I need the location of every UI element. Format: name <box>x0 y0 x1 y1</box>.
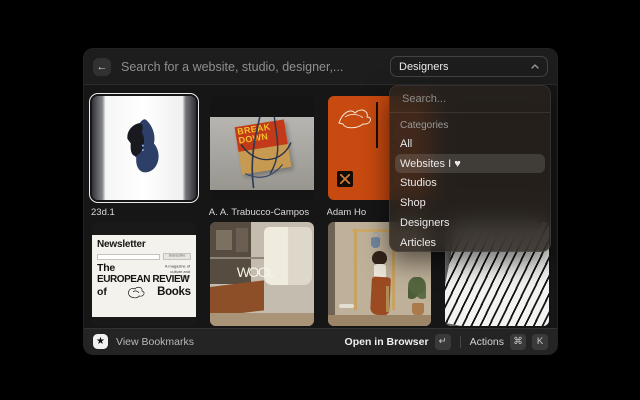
selection-ring: BREAK DOWN <box>207 93 317 203</box>
newsletter-thumbnail-image: Newsletter Subscribe A magazine of cultu… <box>92 222 196 326</box>
back-button[interactable]: ← <box>93 58 111 76</box>
sneaker-art <box>122 116 166 178</box>
result-card-wool[interactable]: WOOL <box>207 219 317 328</box>
selection-ring: Newsletter Subscribe A magazine of cultu… <box>89 219 199 328</box>
plant <box>408 277 426 305</box>
enter-key-badge: ↵ <box>435 334 451 350</box>
scribble-art <box>335 105 375 131</box>
divider <box>460 336 461 348</box>
subscribe-button: Subscribe <box>163 253 191 260</box>
category-dropdown-menu: Categories All Websites I ♥ Studios Shop… <box>389 85 551 252</box>
clothing-rack <box>354 229 357 310</box>
card-label: A. A. Trabucco-Campos <box>209 207 315 219</box>
newsletter-title: Newsletter <box>97 239 191 250</box>
dropdown-section-label: Categories <box>400 120 540 131</box>
bookmarks-launcher-window: ← Designers <box>83 48 558 355</box>
search-input[interactable] <box>121 60 390 74</box>
newsletter-form: Subscribe <box>97 253 191 260</box>
k-key-badge: K <box>532 334 548 350</box>
panel-line <box>376 102 378 148</box>
desktop-background: ← Designers <box>0 0 640 400</box>
result-card-23d1[interactable]: 23d.1 <box>89 93 199 219</box>
wool-logo-text: WOOL <box>237 264 274 280</box>
command-key-badge: ⌘ <box>510 334 526 350</box>
flower-scribble-art <box>125 285 147 299</box>
result-card-european-review[interactable]: Newsletter Subscribe A magazine of cultu… <box>89 219 199 328</box>
chevron-up-icon <box>531 64 539 69</box>
masthead-books: Books <box>157 286 191 298</box>
newsletter-page: Newsletter Subscribe A magazine of cultu… <box>92 235 196 317</box>
dropdown-item-studios[interactable]: Studios <box>390 173 550 193</box>
dropdown-item-shop[interactable]: Shop <box>390 193 550 213</box>
dropdown-item-designers[interactable]: Designers <box>390 213 550 233</box>
chair-leg <box>386 286 389 312</box>
shoe-thumbnail-image <box>92 96 196 200</box>
lamp-arm <box>210 257 270 259</box>
selection-ring <box>89 93 199 203</box>
masthead-row: of Books <box>97 285 191 298</box>
action-bar: ★ View Bookmarks Open in Browser ↵ Actio… <box>84 328 557 354</box>
magazine-tagline: A magazine of culture and ideas <box>163 265 189 280</box>
plant-pot <box>412 303 424 315</box>
dropdown-search-row <box>390 86 550 113</box>
newsletter-email-field <box>97 254 160 260</box>
dropdown-search-input[interactable] <box>402 93 544 105</box>
wool-thumbnail-image: WOOL <box>210 222 314 326</box>
category-filter-dropdown-button[interactable]: Designers <box>390 56 548 77</box>
stool <box>339 304 354 308</box>
category-filter-value: Designers <box>399 61 449 73</box>
floor <box>328 315 432 326</box>
black-chip <box>337 171 353 187</box>
dropdown-item-all[interactable]: All <box>390 134 550 154</box>
dropdown-item-articles[interactable]: Articles <box>390 233 550 252</box>
dropdown-item-websites-i-love[interactable]: Websites I ♥ <box>395 154 545 173</box>
bookmarks-star-icon[interactable]: ★ <box>93 334 108 349</box>
selection-ring: WOOL <box>207 219 317 328</box>
framed-art <box>236 228 248 252</box>
card-label: 23d.1 <box>91 207 197 219</box>
wall-edge <box>328 222 335 326</box>
view-bookmarks-button[interactable]: View Bookmarks <box>116 336 194 348</box>
masthead-of: of <box>97 286 107 298</box>
floor <box>210 313 314 326</box>
photo-area: BREAK DOWN <box>210 117 314 190</box>
open-in-browser-button[interactable]: Open in Browser <box>345 336 429 348</box>
trabucco-thumbnail-image: BREAK DOWN <box>210 96 314 200</box>
search-header: ← Designers <box>84 49 557 85</box>
framed-art <box>216 230 232 250</box>
wires-art <box>210 117 314 190</box>
actions-button[interactable]: Actions <box>470 336 504 348</box>
hanging-bag <box>371 237 380 248</box>
subscribe-label: Subscribe <box>169 253 185 257</box>
result-card-trabucco-campos[interactable]: BREAK DOWN A. A. Trabucco-Campos <box>207 93 317 219</box>
